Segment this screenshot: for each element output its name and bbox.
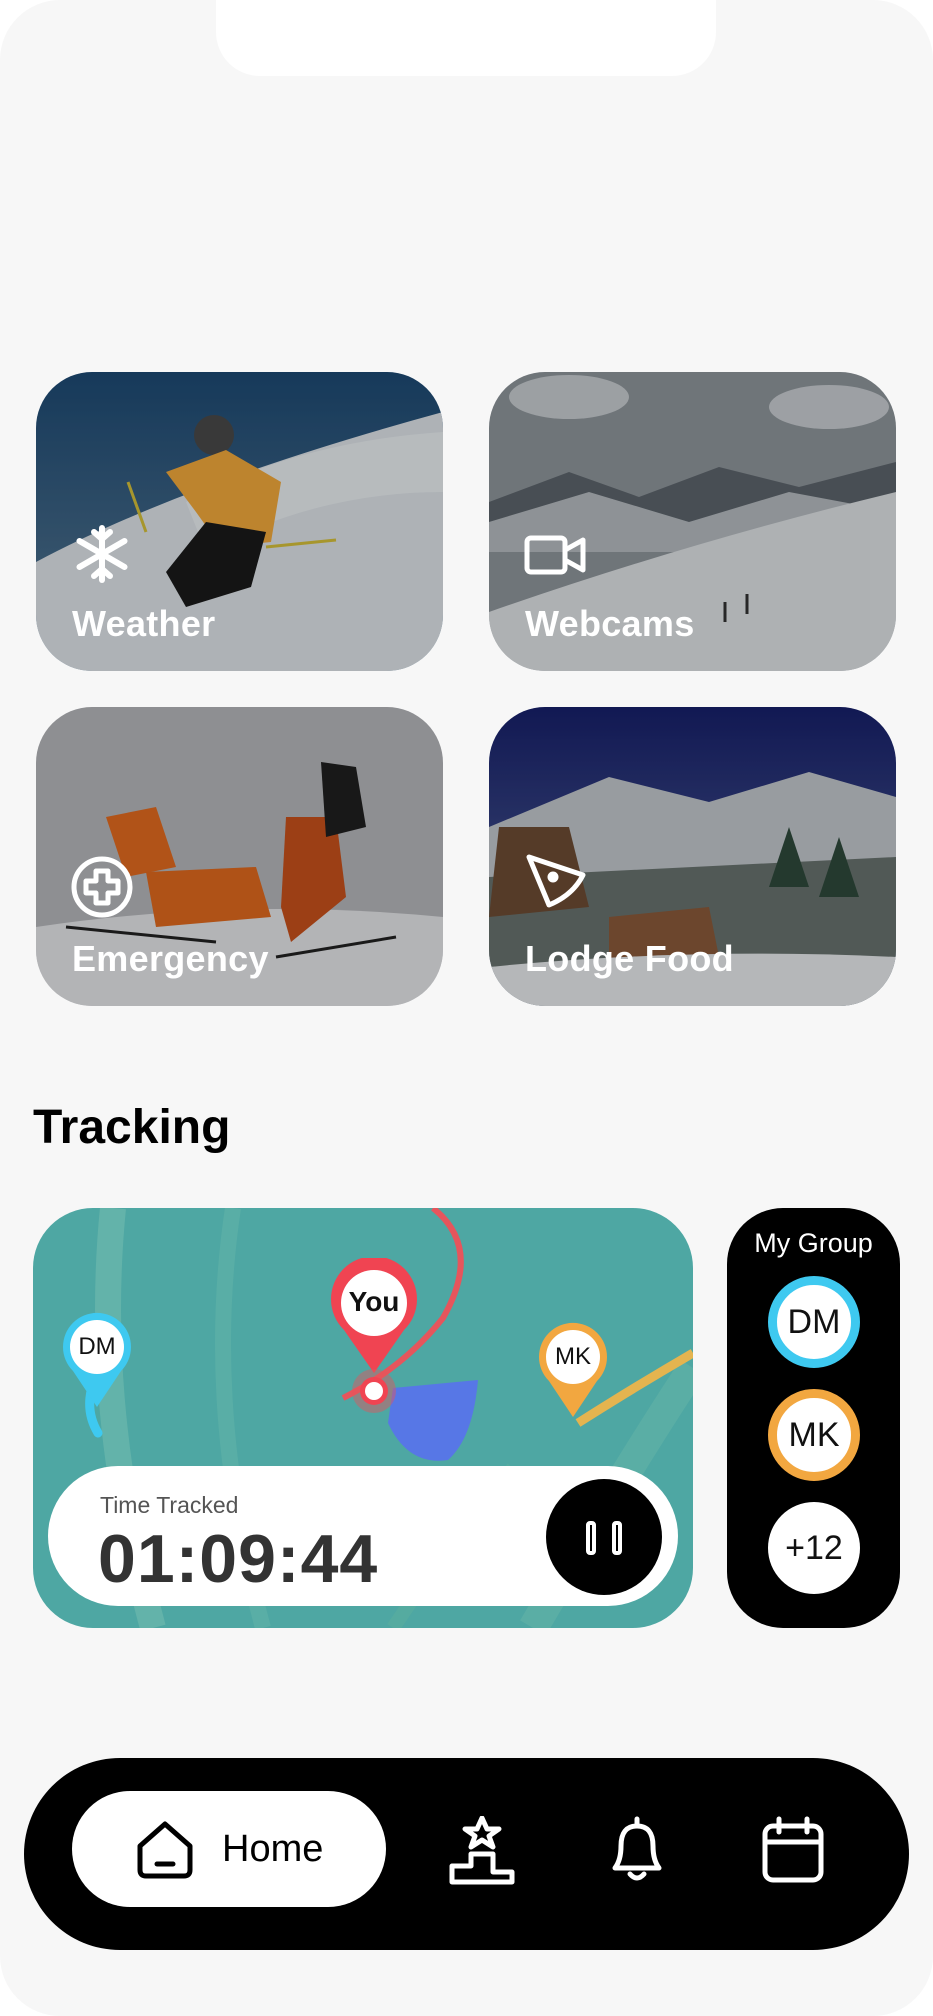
my-group-title: My Group bbox=[754, 1228, 873, 1258]
medical-cross-icon bbox=[71, 856, 133, 918]
group-more-members[interactable]: +12 bbox=[768, 1502, 860, 1594]
emergency-tile[interactable]: Emergency bbox=[36, 707, 443, 1006]
map-pin-icon bbox=[331, 1256, 417, 1373]
phone-screen: Weather Webcams Emergency Lodge Food Tra… bbox=[0, 0, 933, 2016]
lodge-food-label: Lodge Food bbox=[525, 938, 734, 979]
podium-icon[interactable] bbox=[449, 1816, 515, 1886]
dm-pin-label: DM bbox=[78, 1333, 116, 1360]
current-position-dot bbox=[352, 1369, 396, 1413]
pause-icon bbox=[612, 1521, 622, 1555]
time-tracked-label: Time Tracked bbox=[100, 1492, 239, 1518]
you-pin-label: You bbox=[348, 1286, 400, 1317]
weather-tile[interactable]: Weather bbox=[36, 372, 443, 671]
pause-button[interactable] bbox=[546, 1479, 662, 1595]
time-tracked-bar: Time Tracked 01:09:44 bbox=[48, 1466, 678, 1606]
webcams-label: Webcams bbox=[525, 603, 695, 644]
device-notch bbox=[216, 0, 716, 76]
emergency-label: Emergency bbox=[72, 938, 269, 979]
time-tracked-value: 01:09:44 bbox=[98, 1521, 379, 1597]
mk-pin-label: MK bbox=[555, 1343, 591, 1370]
you-location-pin[interactable]: You bbox=[329, 1256, 419, 1378]
my-group-card[interactable]: My Group DM MK +12 bbox=[727, 1208, 900, 1628]
group-avatar-mk[interactable]: MK bbox=[768, 1389, 860, 1481]
pause-icon bbox=[586, 1521, 596, 1555]
dm-location-pin[interactable]: DM bbox=[61, 1311, 133, 1411]
nav-home-tab[interactable]: Home bbox=[72, 1791, 386, 1907]
video-camera-icon bbox=[524, 535, 586, 575]
map-pin-icon bbox=[539, 1322, 607, 1417]
webcams-tile[interactable]: Webcams bbox=[489, 372, 896, 671]
home-icon bbox=[137, 1821, 193, 1879]
tracking-title: Tracking bbox=[33, 1101, 231, 1154]
snowflake-icon bbox=[76, 525, 128, 583]
lodge-food-tile[interactable]: Lodge Food bbox=[489, 707, 896, 1006]
bottom-navigation: Home bbox=[24, 1758, 909, 1950]
bell-icon[interactable] bbox=[607, 1816, 667, 1886]
nav-home-label: Home bbox=[222, 1828, 324, 1870]
map-pin-icon bbox=[63, 1312, 132, 1407]
calendar-icon[interactable] bbox=[761, 1816, 825, 1886]
tracking-map[interactable]: DM You MK Time Tracked 01:09:44 bbox=[33, 1208, 693, 1628]
group-avatar-dm[interactable]: DM bbox=[768, 1276, 860, 1368]
mk-location-pin[interactable]: MK bbox=[537, 1321, 609, 1421]
weather-label: Weather bbox=[72, 603, 216, 644]
pizza-slice-icon bbox=[526, 854, 586, 908]
